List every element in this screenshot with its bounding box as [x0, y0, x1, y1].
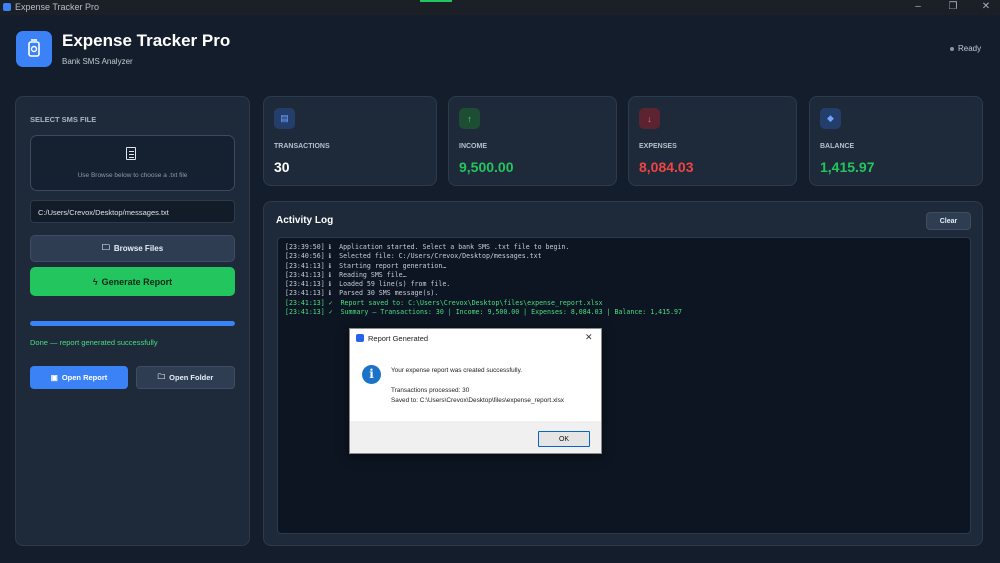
- log-line: [23:41:13] ℹ Reading SMS file…: [285, 270, 407, 279]
- info-icon: i: [362, 365, 381, 384]
- transactions-card: ▤ TRANSACTIONS 30: [263, 96, 437, 186]
- log-line: [23:41:13] ✓ Report saved to: C:\Users\C…: [285, 298, 603, 307]
- window-title: Expense Tracker Pro: [15, 2, 100, 12]
- balance-value: 1,415.97: [820, 159, 875, 175]
- income-card: ↑ INCOME 9,500.00: [448, 96, 617, 186]
- log-line: [23:39:50] ℹ Application started. Select…: [285, 243, 570, 251]
- dialog-titlebar: Report Generated ✕: [350, 329, 601, 348]
- list-icon: ▤: [274, 108, 295, 129]
- log-line: [23:41:13] ℹ Parsed 30 SMS message(s).: [285, 289, 439, 298]
- progress-bar: [30, 321, 235, 326]
- dialog-detail-transactions: Transactions processed: 30: [391, 387, 470, 394]
- app-subtitle: Bank SMS Analyzer: [62, 57, 133, 66]
- arrow-up-icon: ↑: [459, 108, 480, 129]
- income-label: INCOME: [459, 143, 487, 150]
- log-line: [23:41:13] ✓ Summary — Transactions: 30 …: [285, 308, 682, 317]
- log-line: [23:41:13] ℹ Starting report generation…: [285, 261, 447, 270]
- progress-status-text: Done — report generated successfully: [30, 338, 158, 347]
- arrow-down-icon: ↓: [639, 108, 660, 129]
- log-line: [23:41:13] ℹ Loaded 59 line(s) from file…: [285, 280, 451, 289]
- open-folder-button[interactable]: 🗀 Open Folder: [136, 366, 235, 389]
- transactions-value: 30: [274, 159, 290, 175]
- activity-log-title: Activity Log: [276, 215, 334, 226]
- lightning-icon: ϟ: [92, 276, 98, 287]
- titlebar-accent: [420, 0, 452, 2]
- clear-log-button[interactable]: Clear: [926, 212, 971, 230]
- minimize-icon[interactable]: –: [908, 1, 928, 12]
- folder-icon: 🗀: [101, 242, 110, 252]
- maximize-icon[interactable]: ❐: [943, 1, 963, 12]
- dialog-message: Your expense report was created successf…: [391, 367, 523, 374]
- document-icon: [126, 147, 136, 160]
- balance-card: ◆ BALANCE 1,415.97: [809, 96, 983, 186]
- expenses-card: ↓ EXPENSES 8,084.03: [628, 96, 797, 186]
- log-line: [23:40:56] ℹ Selected file: C:/Users/Cre…: [285, 252, 542, 261]
- report-generated-dialog: Report Generated ✕ i Your expense report…: [349, 328, 602, 454]
- progress-fill: [30, 321, 235, 326]
- income-value: 9,500.00: [459, 159, 514, 175]
- dialog-title: Report Generated: [368, 334, 429, 343]
- app-title: Expense Tracker Pro: [62, 31, 231, 50]
- browse-files-button[interactable]: 🗀 Browse Files: [30, 235, 235, 262]
- status-indicator-icon: [950, 47, 954, 51]
- window-titlebar: Expense Tracker Pro – ❐ ✕: [0, 0, 1000, 15]
- app-window-icon: [3, 3, 11, 11]
- diamond-icon: ◆: [820, 108, 841, 129]
- dialog-detail-path: Saved to: C:\Users\Crevox\Desktop\files\…: [391, 397, 564, 404]
- browse-files-label: Browse Files: [113, 244, 164, 253]
- dialog-app-icon: [356, 334, 364, 342]
- open-report-label: Open Report: [61, 373, 108, 382]
- balance-label: BALANCE: [820, 143, 855, 150]
- save-icon: ▣: [50, 373, 58, 382]
- generate-report-button[interactable]: ϟ Generate Report: [30, 267, 235, 296]
- close-icon[interactable]: ✕: [976, 1, 996, 12]
- file-drop-zone[interactable]: [30, 135, 235, 191]
- folder-icon: 🗀: [157, 372, 166, 381]
- transactions-label: TRANSACTIONS: [274, 143, 330, 150]
- generate-report-label: Generate Report: [101, 276, 173, 287]
- expenses-value: 8,084.03: [639, 159, 694, 175]
- open-folder-label: Open Folder: [169, 373, 214, 382]
- wallet-logo-icon: [16, 31, 52, 67]
- drop-zone-hint: Use Browse below to choose a .txt file: [77, 172, 188, 179]
- expenses-label: EXPENSES: [639, 143, 677, 150]
- dialog-close-icon[interactable]: ✕: [585, 332, 593, 343]
- open-report-button[interactable]: ▣ Open Report: [30, 366, 128, 389]
- section-label: SELECT SMS FILE: [30, 115, 97, 124]
- dialog-ok-button[interactable]: OK: [538, 431, 590, 447]
- status-text: Ready: [958, 44, 982, 53]
- file-path-field[interactable]: C:/Users/Crevox/Desktop/messages.txt: [30, 200, 235, 223]
